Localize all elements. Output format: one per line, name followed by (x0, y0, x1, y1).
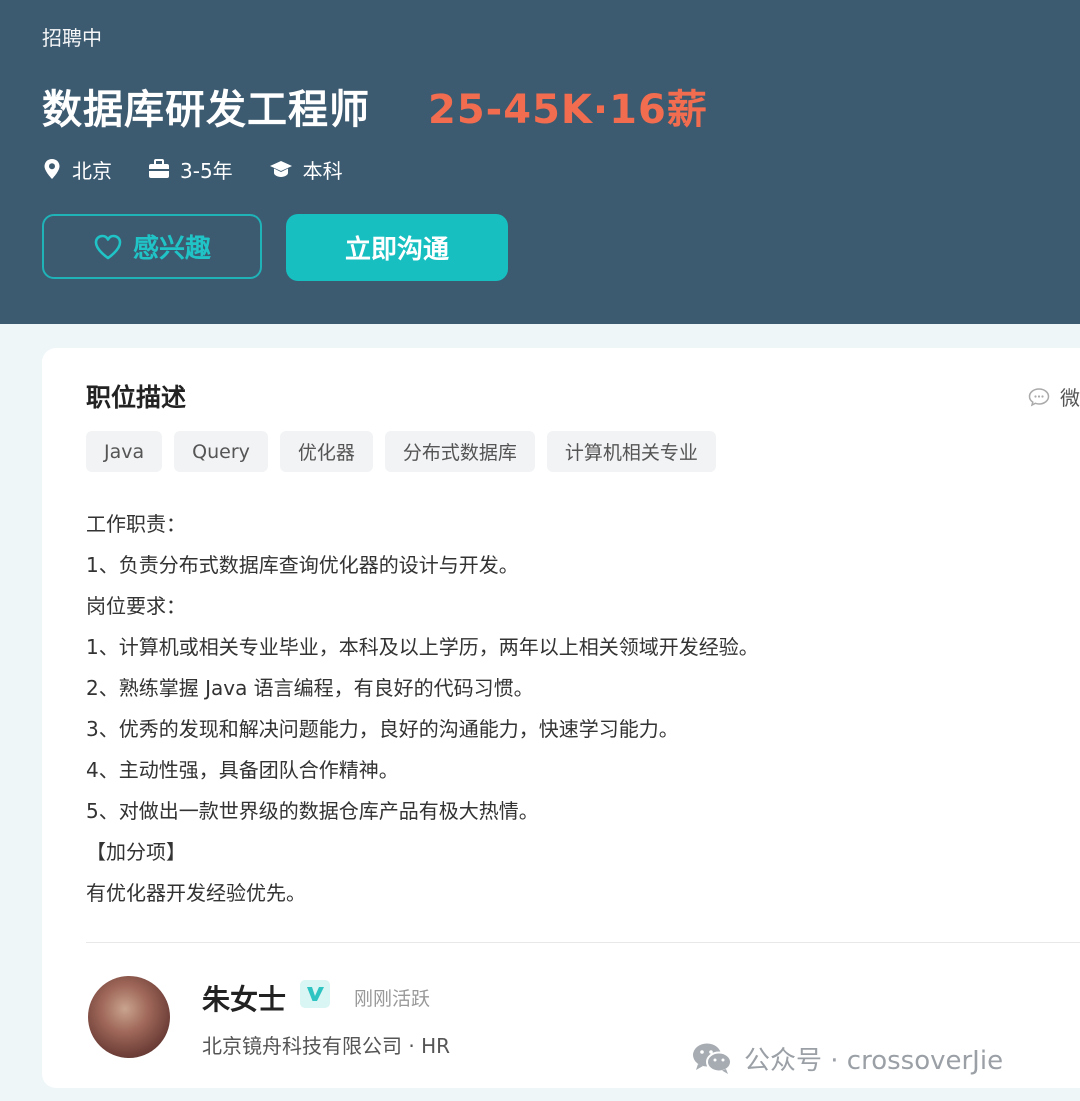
job-header: 招聘中 数据库研发工程师 25-45K·16薪 北京 3-5年 本科 感兴趣 立… (0, 0, 1080, 324)
skill-tag: 优化器 (279, 431, 373, 472)
job-meta: 北京 3-5年 本科 (42, 152, 379, 186)
description-line: 1、负责分布式数据库查询优化器的设计与开发。 (86, 553, 519, 577)
skill-tag: 分布式数据库 (384, 431, 535, 472)
company-line: 北京镜舟科技有限公司 · HR (202, 1034, 451, 1058)
description-line: 岗位要求： (86, 594, 186, 618)
section-title: 职位描述 (86, 383, 187, 412)
skill-tag: Java (86, 431, 163, 472)
divider (86, 942, 1080, 943)
recruiter-avatar[interactable] (88, 976, 170, 1058)
recruiting-status: 招聘中 (42, 26, 102, 50)
experience-text: 3-5年 (180, 158, 233, 183)
location-text: 北京 (72, 158, 112, 183)
description-line: 工作职责： (86, 512, 186, 536)
description-line: 有优化器开发经验优先。 (86, 881, 306, 905)
watermark-text: 公众号 · crossoverJie (744, 1045, 1004, 1076)
wechat-icon (1028, 387, 1050, 406)
skill-tag: Query (174, 431, 268, 472)
description-line: 5、对做出一款世界级的数据仓库产品有极大热情。 (86, 799, 539, 823)
briefcase-icon (149, 159, 169, 178)
watermark: 公众号 · crossoverJie (690, 1038, 1003, 1078)
verified-v-icon (307, 987, 324, 1001)
education-text: 本科 (302, 158, 343, 183)
meta-experience: 3-5年 (148, 155, 233, 184)
description-line: 3、优秀的发现和解决问题能力，良好的沟通能力，快速学习能力。 (86, 717, 679, 741)
interest-button[interactable]: 感兴趣 (42, 214, 262, 279)
title-row: 数据库研发工程师 25-45K·16薪 (42, 78, 708, 134)
meta-location: 北京 (42, 155, 112, 184)
job-title: 数据库研发工程师 (42, 87, 370, 133)
description-line: 【加分项】 (86, 840, 186, 864)
wechat-share-button[interactable]: 微 (1028, 382, 1080, 411)
interest-label: 感兴趣 (132, 234, 211, 264)
salary: 25-45K·16薪 (428, 87, 708, 133)
graduation-cap-icon (269, 161, 292, 177)
chat-label: 立即沟通 (344, 235, 449, 265)
description-line: 2、熟练掌握 Java 语言编程，有良好的代码习惯。 (86, 676, 534, 700)
skill-tag: 计算机相关专业 (546, 431, 716, 472)
skill-tags: Java Query 优化器 分布式数据库 计算机相关专业 (86, 431, 728, 472)
description-line: 4、主动性强，具备团队合作精神。 (86, 758, 399, 782)
meta-education: 本科 (269, 155, 343, 184)
heart-icon (94, 234, 122, 259)
job-description-card: 职位描述 微 Java Query 优化器 分布式数据库 计算机相关专业 工作职… (42, 348, 1080, 1088)
verified-badge (300, 980, 330, 1008)
recruiter-name: 朱女士 (202, 983, 287, 1016)
description-line: 1、计算机或相关专业毕业，本科及以上学历，两年以上相关领域开发经验。 (86, 635, 759, 659)
job-description: 工作职责： 1、负责分布式数据库查询优化器的设计与开发。 岗位要求： 1、计算机… (86, 504, 1066, 914)
active-status: 刚刚活跃 (354, 988, 431, 1010)
location-pin-icon (44, 159, 60, 179)
wechat-icon (693, 1043, 732, 1074)
chat-now-button[interactable]: 立即沟通 (286, 214, 508, 281)
share-label: 微 (1060, 386, 1080, 410)
